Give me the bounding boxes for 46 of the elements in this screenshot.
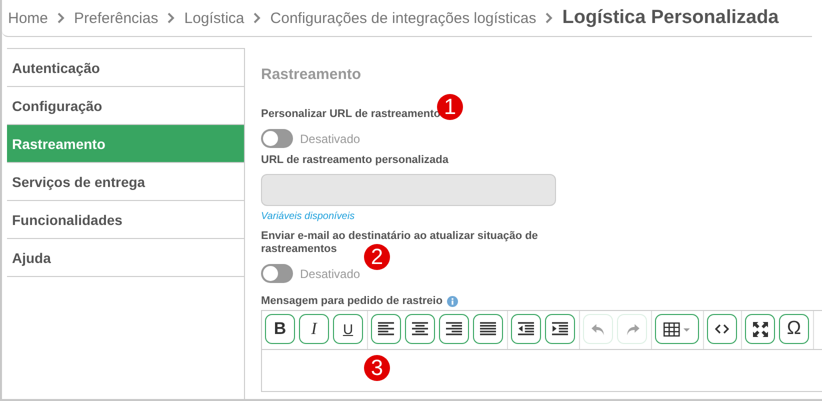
table-button[interactable] <box>655 314 699 344</box>
outdent-button[interactable] <box>511 314 541 344</box>
align-left-button[interactable] <box>371 314 401 344</box>
underline-button[interactable]: U <box>333 314 363 344</box>
breadcrumb-link[interactable]: Home <box>8 10 48 26</box>
breadcrumb-link[interactable]: Configurações de integrações logísticas <box>270 10 536 26</box>
annotation-marker: 3 <box>364 355 390 381</box>
justify-icon <box>480 322 496 336</box>
align-right-button[interactable] <box>439 314 469 344</box>
toggle-state-text: Desativado <box>300 266 360 280</box>
fullscreen-icon <box>752 322 768 336</box>
fullscreen-button[interactable] <box>745 314 775 344</box>
special-char-button[interactable]: Ω <box>779 314 809 344</box>
sidebar-item[interactable]: Funcionalidades <box>7 201 244 239</box>
code-icon <box>715 324 729 334</box>
table-icon <box>662 322 692 336</box>
field-label: Personalizar URL de rastreamento <box>261 108 441 121</box>
indent-button[interactable] <box>545 314 575 344</box>
code-button[interactable] <box>707 314 737 344</box>
align-center-button[interactable] <box>405 314 435 344</box>
field-label: Mensagem para pedido de rastreio <box>261 295 443 308</box>
breadcrumb-link[interactable]: Logística <box>184 10 244 26</box>
align-right-icon <box>446 322 462 336</box>
bold-button[interactable]: B <box>265 314 295 344</box>
justify-button[interactable] <box>473 314 503 344</box>
chevron-right-icon <box>253 12 262 24</box>
breadcrumb-link[interactable]: Preferências <box>74 10 158 26</box>
align-left-icon <box>378 322 394 336</box>
chevron-right-icon <box>57 12 66 24</box>
sidebar-item[interactable]: Ajuda <box>7 239 244 277</box>
redo-icon <box>624 322 640 336</box>
italic-button[interactable]: I <box>299 314 329 344</box>
align-center-icon <box>412 322 428 336</box>
chevron-right-icon <box>545 12 554 24</box>
toggle-switch[interactable] <box>261 129 293 148</box>
undo-icon <box>590 322 606 336</box>
field-label: URL de rastreamento personalizada <box>261 154 448 167</box>
toggle-switch[interactable] <box>261 264 293 283</box>
sidebar-item[interactable]: Autenticação <box>7 49 244 87</box>
outdent-icon <box>518 322 534 336</box>
indent-icon <box>552 322 568 336</box>
chevron-right-icon <box>167 12 176 24</box>
sidebar-item[interactable]: Serviços de entrega <box>7 163 244 201</box>
section-title: Rastreamento <box>261 66 362 83</box>
toggle-state-text: Desativado <box>300 132 360 146</box>
page-title: Logística Personalizada <box>562 7 779 29</box>
